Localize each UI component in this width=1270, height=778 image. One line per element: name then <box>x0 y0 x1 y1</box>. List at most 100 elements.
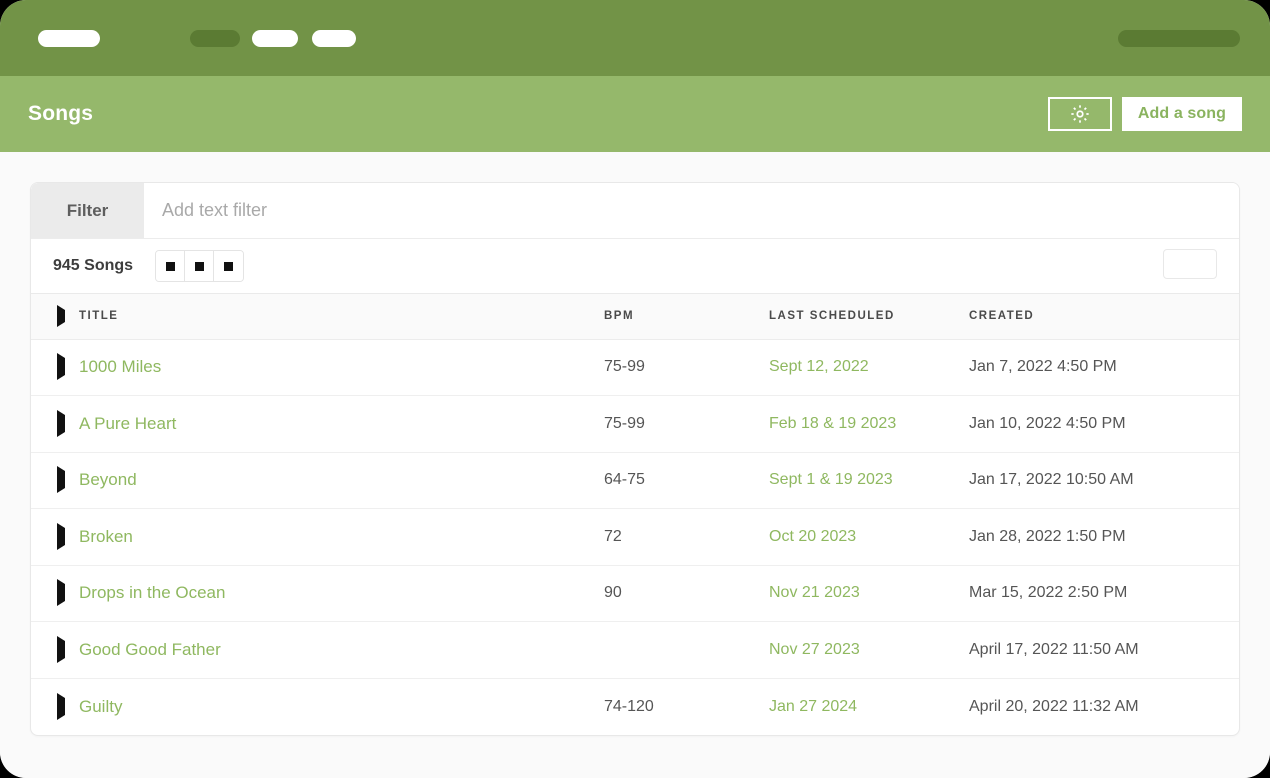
row-expand-arrow-icon[interactable] <box>57 579 65 607</box>
song-title-link[interactable]: Broken <box>79 527 133 546</box>
row-expand-cell[interactable] <box>31 565 79 622</box>
column-header-created[interactable]: CREATED <box>969 294 1239 340</box>
song-title-link[interactable]: Good Good Father <box>79 640 221 659</box>
row-title-cell[interactable]: Guilty <box>79 678 244 735</box>
row-placeholder-cell-2[interactable] <box>314 395 384 453</box>
row-expand-arrow-icon[interactable] <box>57 353 65 381</box>
song-title-link[interactable]: Drops in the Ocean <box>79 583 225 602</box>
row-title-cell[interactable]: Beyond <box>79 452 244 509</box>
row-placeholder-cell-4[interactable] <box>454 395 604 453</box>
row-expand-arrow-icon[interactable] <box>57 692 65 720</box>
nav-pill-account[interactable] <box>1118 30 1240 47</box>
last-scheduled-link[interactable]: Nov 21 2023 <box>769 584 860 601</box>
row-placeholder-cell-3[interactable] <box>384 508 454 566</box>
row-placeholder-cell-4[interactable] <box>454 565 604 622</box>
column-header-ph1[interactable] <box>244 294 314 340</box>
row-last-scheduled-cell[interactable]: Feb 18 & 19 2023 <box>769 395 969 453</box>
row-expand-arrow-icon[interactable] <box>57 522 65 550</box>
row-placeholder-cell-1[interactable] <box>244 621 314 679</box>
last-scheduled-link[interactable]: Oct 20 2023 <box>769 528 856 545</box>
row-expand-cell[interactable] <box>31 395 79 453</box>
row-placeholder-cell-3[interactable] <box>384 621 454 679</box>
row-placeholder-cell-3[interactable] <box>384 565 454 622</box>
row-last-scheduled-cell[interactable]: Sept 12, 2022 <box>769 339 969 396</box>
row-placeholder-cell-3[interactable] <box>384 395 454 453</box>
row-placeholder-cell-1[interactable] <box>244 339 314 396</box>
expand-all-arrow-icon[interactable] <box>57 305 65 328</box>
song-title-link[interactable]: Guilty <box>79 697 122 716</box>
row-last-scheduled-cell[interactable]: Oct 20 2023 <box>769 508 969 566</box>
filter-text-input[interactable] <box>144 183 1239 238</box>
row-placeholder-cell-2[interactable] <box>314 678 384 735</box>
row-placeholder-cell-2[interactable] <box>314 339 384 396</box>
table-row[interactable]: Good Good Father Nov 27 2023 April 17, 202… <box>31 621 1239 679</box>
song-title-link[interactable]: A Pure Heart <box>79 414 176 433</box>
row-placeholder-cell-4[interactable] <box>454 678 604 735</box>
row-placeholder-cell-2[interactable] <box>314 565 384 622</box>
add-song-button[interactable]: Add a song <box>1121 97 1242 131</box>
row-expand-cell[interactable] <box>31 678 79 735</box>
row-expand-cell[interactable] <box>31 452 79 509</box>
song-title-link[interactable]: Beyond <box>79 470 137 489</box>
column-header-bpm[interactable]: BPM <box>604 294 769 340</box>
last-scheduled-link[interactable]: Feb 18 & 19 2023 <box>769 415 896 432</box>
row-last-scheduled-cell[interactable]: Sept 1 & 19 2023 <box>769 452 969 509</box>
row-placeholder-cell-3[interactable] <box>384 452 454 509</box>
column-header-ph2[interactable] <box>314 294 384 340</box>
row-placeholder-cell-4[interactable] <box>454 339 604 396</box>
column-header-expand[interactable] <box>31 294 79 340</box>
column-header-ph3[interactable] <box>384 294 454 340</box>
row-expand-arrow-icon[interactable] <box>57 409 65 437</box>
table-row[interactable]: A Pure Heart 75-99 Feb 18 & 19 2023 Jan 10,… <box>31 395 1239 453</box>
row-placeholder-cell-4[interactable] <box>454 621 604 679</box>
view-option-1-button[interactable] <box>156 251 186 281</box>
nav-pill-logo[interactable] <box>38 30 100 47</box>
song-title-link[interactable]: 1000 Miles <box>79 357 161 376</box>
row-title-cell[interactable]: Drops in the Ocean <box>79 565 244 622</box>
last-scheduled-link[interactable]: Nov 27 2023 <box>769 641 860 658</box>
row-expand-cell[interactable] <box>31 621 79 679</box>
last-scheduled-link[interactable]: Sept 1 & 19 2023 <box>769 471 893 488</box>
nav-pill-item-2[interactable] <box>252 30 298 47</box>
row-title-cell[interactable]: A Pure Heart <box>79 395 244 453</box>
row-placeholder-cell-1[interactable] <box>244 508 314 566</box>
table-row[interactable]: Drops in the Ocean 90 Nov 21 2023 Mar 15, 2… <box>31 565 1239 622</box>
row-last-scheduled-cell[interactable]: Nov 27 2023 <box>769 621 969 679</box>
row-placeholder-cell-4[interactable] <box>454 452 604 509</box>
view-option-3-button[interactable] <box>214 251 244 281</box>
nav-pill-item-3[interactable] <box>312 30 356 47</box>
last-scheduled-link[interactable]: Sept 12, 2022 <box>769 358 869 375</box>
row-expand-cell[interactable] <box>31 508 79 566</box>
row-placeholder-cell-1[interactable] <box>244 452 314 509</box>
row-title-cell[interactable]: 1000 Miles <box>79 339 244 396</box>
row-placeholder-cell-1[interactable] <box>244 678 314 735</box>
column-header-last-scheduled[interactable]: LAST SCHEDULED <box>769 294 969 340</box>
row-last-scheduled-cell[interactable]: Jan 27 2024 <box>769 678 969 735</box>
row-placeholder-cell-3[interactable] <box>384 339 454 396</box>
filter-tab[interactable]: Filter <box>31 183 144 238</box>
row-last-scheduled-cell[interactable]: Nov 21 2023 <box>769 565 969 622</box>
row-placeholder-cell-2[interactable] <box>314 508 384 566</box>
row-placeholder-cell-3[interactable] <box>384 678 454 735</box>
row-placeholder-cell-1[interactable] <box>244 565 314 622</box>
row-expand-cell[interactable] <box>31 339 79 396</box>
nav-pill-item-1[interactable] <box>190 30 240 47</box>
row-title-cell[interactable]: Good Good Father <box>79 621 244 679</box>
row-placeholder-cell-2[interactable] <box>314 621 384 679</box>
column-header-title[interactable]: TITLE <box>79 294 244 340</box>
settings-button[interactable] <box>1047 97 1112 131</box>
table-row[interactable]: Beyond 64-75 Sept 1 & 19 2023 Jan 17, 2022 … <box>31 452 1239 509</box>
row-title-cell[interactable]: Broken <box>79 508 244 566</box>
view-option-2-button[interactable] <box>185 251 215 281</box>
row-expand-arrow-icon[interactable] <box>57 466 65 494</box>
row-expand-arrow-icon[interactable] <box>57 635 65 663</box>
last-scheduled-link[interactable]: Jan 27 2024 <box>769 698 857 715</box>
table-row[interactable]: 1000 Miles 75-99 Sept 12, 2022 Jan 7, 2022 … <box>31 339 1239 396</box>
table-row[interactable]: Guilty 74-120 Jan 27 2024 April 20, 2022 11… <box>31 678 1239 735</box>
row-placeholder-cell-4[interactable] <box>454 508 604 566</box>
column-header-ph4[interactable] <box>454 294 604 340</box>
row-placeholder-cell-2[interactable] <box>314 452 384 509</box>
toolbar-options-button[interactable] <box>1163 249 1217 279</box>
table-row[interactable]: Broken 72 Oct 20 2023 Jan 28, 2022 1:50 PM <box>31 508 1239 566</box>
row-placeholder-cell-1[interactable] <box>244 395 314 453</box>
